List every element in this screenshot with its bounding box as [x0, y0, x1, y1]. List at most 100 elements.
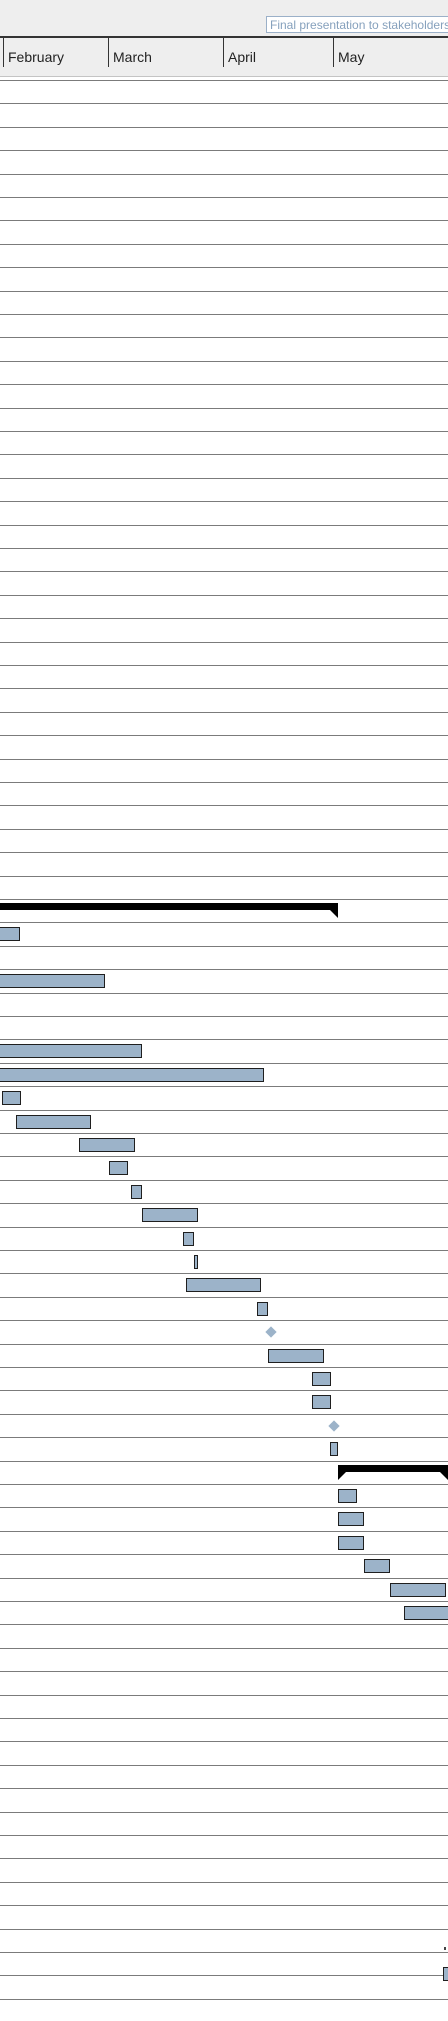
row-gridline — [0, 1578, 448, 1579]
row-gridline — [0, 1624, 448, 1625]
task-bar[interactable] — [338, 1512, 364, 1526]
task-bar[interactable] — [131, 1185, 142, 1199]
row-gridline — [0, 1765, 448, 1766]
row-gridline — [0, 1063, 448, 1064]
timescale-rule — [0, 36, 448, 38]
row-gridline — [0, 829, 448, 830]
row-gridline — [0, 1273, 448, 1274]
row-gridline — [0, 337, 448, 338]
month-column-march[interactable]: March — [108, 37, 152, 67]
row-gridline — [0, 454, 448, 455]
row-gridline — [0, 922, 448, 923]
row-gridline — [0, 1531, 448, 1532]
task-bar[interactable] — [364, 1559, 390, 1573]
milestone-diamond[interactable] — [265, 1326, 277, 1338]
row-gridline — [0, 1227, 448, 1228]
task-bar[interactable] — [183, 1232, 194, 1246]
summary-end-cap — [329, 909, 338, 918]
row-gridline — [0, 197, 448, 198]
task-bar[interactable] — [79, 1138, 135, 1152]
month-label-may: May — [338, 49, 365, 65]
task-bar[interactable] — [2, 1091, 21, 1105]
row-gridline — [0, 1905, 448, 1906]
row-gridline — [0, 244, 448, 245]
row-gridline — [0, 618, 448, 619]
month-label-april: April — [228, 49, 257, 65]
row-gridline — [0, 1110, 448, 1111]
row-gridline — [0, 431, 448, 432]
row-gridline — [0, 946, 448, 947]
row-gridline — [0, 969, 448, 970]
row-gridline — [0, 571, 448, 572]
task-bar[interactable] — [257, 1302, 268, 1316]
row-gridline — [0, 1835, 448, 1836]
row-gridline — [0, 1156, 448, 1157]
task-bar[interactable] — [0, 927, 20, 941]
task-bar[interactable] — [312, 1395, 331, 1409]
offscreen-task-marker — [444, 1947, 446, 1950]
row-gridline — [0, 782, 448, 783]
summary-task-bar[interactable] — [0, 903, 338, 910]
row-gridline — [0, 1695, 448, 1696]
offscreen-task-bar[interactable] — [443, 1967, 448, 1981]
row-gridline — [0, 501, 448, 502]
task-bar[interactable] — [142, 1208, 198, 1222]
row-gridline — [0, 735, 448, 736]
row-gridline — [0, 1554, 448, 1555]
row-gridline — [0, 174, 448, 175]
row-gridline — [0, 805, 448, 806]
summary-start-cap — [338, 1471, 347, 1480]
row-gridline — [0, 478, 448, 479]
row-gridline — [0, 1039, 448, 1040]
row-gridline — [0, 1882, 448, 1883]
task-bar[interactable] — [0, 974, 105, 988]
milestone-diamond[interactable] — [328, 1420, 340, 1432]
row-gridline — [0, 1086, 448, 1087]
row-gridline — [0, 1788, 448, 1789]
month-column-february[interactable]: February — [3, 37, 64, 67]
task-bar[interactable] — [0, 1068, 264, 1082]
task-bar[interactable] — [312, 1372, 331, 1386]
row-gridline — [0, 361, 448, 362]
row-gridline — [0, 1952, 448, 1953]
row-gridline — [0, 1718, 448, 1719]
task-bar[interactable] — [186, 1278, 261, 1292]
month-label-march: March — [113, 49, 152, 65]
row-gridline — [0, 993, 448, 994]
summary-task-bar[interactable] — [338, 1465, 448, 1472]
row-gridline — [0, 150, 448, 151]
row-gridline — [0, 1016, 448, 1017]
row-gridline — [0, 1999, 448, 2000]
row-gridline — [0, 1461, 448, 1462]
row-gridline — [0, 408, 448, 409]
task-bar[interactable] — [338, 1536, 364, 1550]
row-gridline — [0, 712, 448, 713]
month-column-april[interactable]: April — [223, 37, 256, 67]
task-bar[interactable] — [109, 1161, 128, 1175]
task-bar[interactable] — [16, 1115, 91, 1129]
month-column-may[interactable]: May — [333, 37, 364, 67]
task-bar[interactable] — [390, 1583, 446, 1597]
row-gridline — [0, 1344, 448, 1345]
task-bar[interactable] — [330, 1442, 338, 1456]
task-bar[interactable] — [0, 1044, 142, 1058]
row-gridline — [0, 1320, 448, 1321]
row-gridline — [0, 1484, 448, 1485]
row-gridline — [0, 688, 448, 689]
row-gridline — [0, 1297, 448, 1298]
row-gridline — [0, 220, 448, 221]
row-gridline — [0, 103, 448, 104]
row-gridline — [0, 1180, 448, 1181]
task-name-callout[interactable]: Final presentation to stakeholders — [266, 16, 448, 33]
task-bar[interactable] — [338, 1489, 357, 1503]
task-bar[interactable] — [404, 1606, 448, 1620]
summary-end-cap — [439, 1471, 448, 1480]
row-gridline — [0, 899, 448, 900]
task-bar[interactable] — [194, 1255, 198, 1269]
task-bar[interactable] — [268, 1349, 324, 1363]
row-gridline — [0, 1929, 448, 1930]
row-gridline — [0, 525, 448, 526]
row-gridline — [0, 291, 448, 292]
row-gridline — [0, 127, 448, 128]
row-gridline — [0, 1671, 448, 1672]
